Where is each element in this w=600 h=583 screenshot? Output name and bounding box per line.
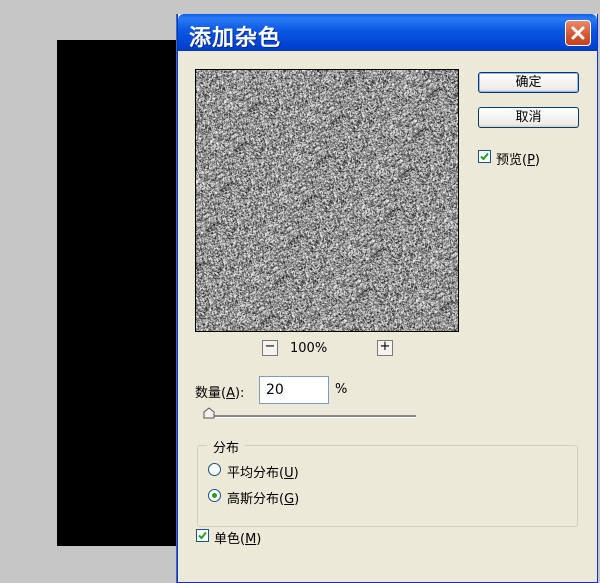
noise-preview[interactable]: [195, 69, 459, 332]
checkmark-icon: [198, 531, 207, 540]
distribution-group: [197, 445, 578, 527]
ok-button[interactable]: 确定: [478, 72, 579, 93]
zoom-level: 100%: [290, 341, 328, 356]
radio-uniform-label: 平均分布(U): [227, 466, 299, 481]
dialog-titlebar[interactable]: 添加杂色: [178, 14, 597, 51]
distribution-title: 分布: [207, 437, 246, 456]
cancel-button[interactable]: 取消: [478, 107, 579, 128]
zoom-in-button[interactable]: +: [377, 340, 393, 356]
preview-checkbox[interactable]: [478, 150, 491, 163]
slider-thumb-icon[interactable]: [203, 407, 215, 419]
radio-uniform[interactable]: [208, 463, 221, 476]
dialog-title: 添加杂色: [189, 26, 282, 51]
amount-unit: %: [335, 382, 348, 397]
monochrome-checkbox[interactable]: [196, 529, 209, 542]
radio-gaussian[interactable]: [208, 489, 221, 502]
preview-label: 预览(P): [496, 153, 540, 168]
noise-preview-image: [196, 70, 458, 331]
radio-gaussian-label: 高斯分布(G): [227, 492, 300, 507]
monochrome-label: 单色(M): [214, 532, 262, 547]
amount-input[interactable]: 20: [259, 376, 329, 404]
amount-slider-track[interactable]: [204, 415, 416, 418]
close-button[interactable]: [565, 20, 591, 46]
add-noise-dialog: 添加杂色 − 100% + 确定 取消 预览(P) 数量(A): 20 % 分布…: [177, 14, 598, 583]
close-icon: [571, 26, 585, 40]
amount-label: 数量(A):: [195, 386, 245, 401]
checkmark-icon: [480, 152, 489, 161]
zoom-out-button[interactable]: −: [262, 340, 278, 356]
radio-selected-dot: [212, 493, 217, 498]
